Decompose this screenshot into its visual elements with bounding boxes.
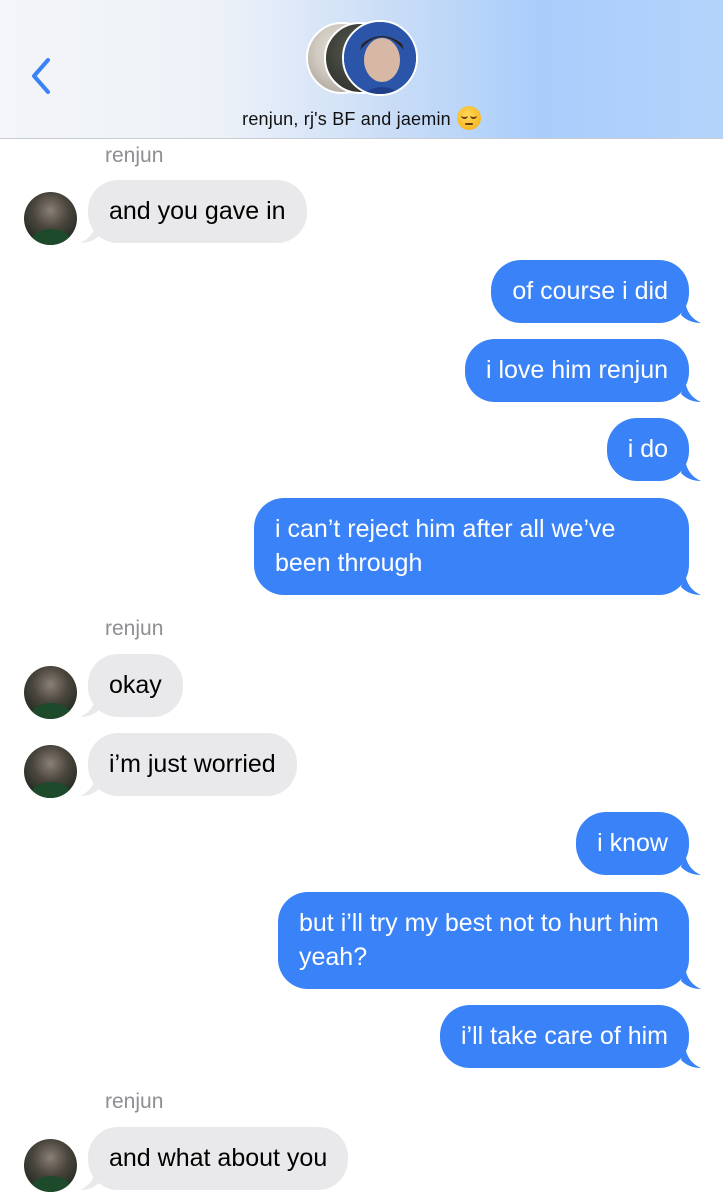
bubble-tail (681, 1046, 701, 1068)
group-title[interactable]: renjun, rj's BF and jaemin (0, 106, 723, 130)
avatar (24, 745, 77, 798)
incoming-message[interactable]: and you gave in (88, 180, 307, 243)
bubble-tail (681, 380, 701, 402)
outgoing-message[interactable]: i love him renjun (464, 339, 689, 402)
back-button[interactable] (22, 54, 62, 98)
bubble-tail (681, 301, 701, 323)
message-thread[interactable]: renjun and you gave in of course i did i… (0, 140, 723, 1200)
avatar (24, 666, 77, 719)
incoming-message[interactable]: okay (88, 654, 183, 717)
outgoing-message[interactable]: i’ll take care of him (439, 1005, 689, 1068)
bubble-tail (80, 1168, 100, 1190)
outgoing-message[interactable]: i can’t reject him after all we’ve been … (254, 498, 689, 595)
conversation-header: renjun, rj's BF and jaemin (0, 0, 723, 139)
group-avatars[interactable] (306, 20, 418, 96)
bubble-tail (80, 695, 100, 717)
incoming-message[interactable]: and what about you (88, 1127, 349, 1190)
avatar (24, 1139, 77, 1192)
bubble-tail (681, 967, 701, 989)
sender-name: renjun (105, 1090, 164, 1113)
sender-name: renjun (105, 144, 164, 167)
group-title-text: renjun, rj's BF and jaemin (242, 109, 451, 129)
outgoing-message[interactable]: i know (576, 812, 689, 875)
incoming-message[interactable]: i’m just worried (88, 733, 297, 796)
unamused-face-emoji (456, 106, 481, 130)
chevron-left-icon (32, 58, 50, 94)
bubble-tail (681, 573, 701, 595)
outgoing-message[interactable]: i do (606, 418, 689, 481)
outgoing-message[interactable]: but i’ll try my best not to hurt him yea… (278, 892, 689, 989)
bubble-tail (80, 774, 100, 796)
outgoing-message[interactable]: of course i did (491, 260, 689, 323)
bubble-tail (681, 459, 701, 481)
avatar (342, 20, 418, 96)
avatar (24, 192, 77, 245)
bubble-tail (80, 221, 100, 243)
sender-name: renjun (105, 617, 164, 640)
bubble-tail (681, 853, 701, 875)
